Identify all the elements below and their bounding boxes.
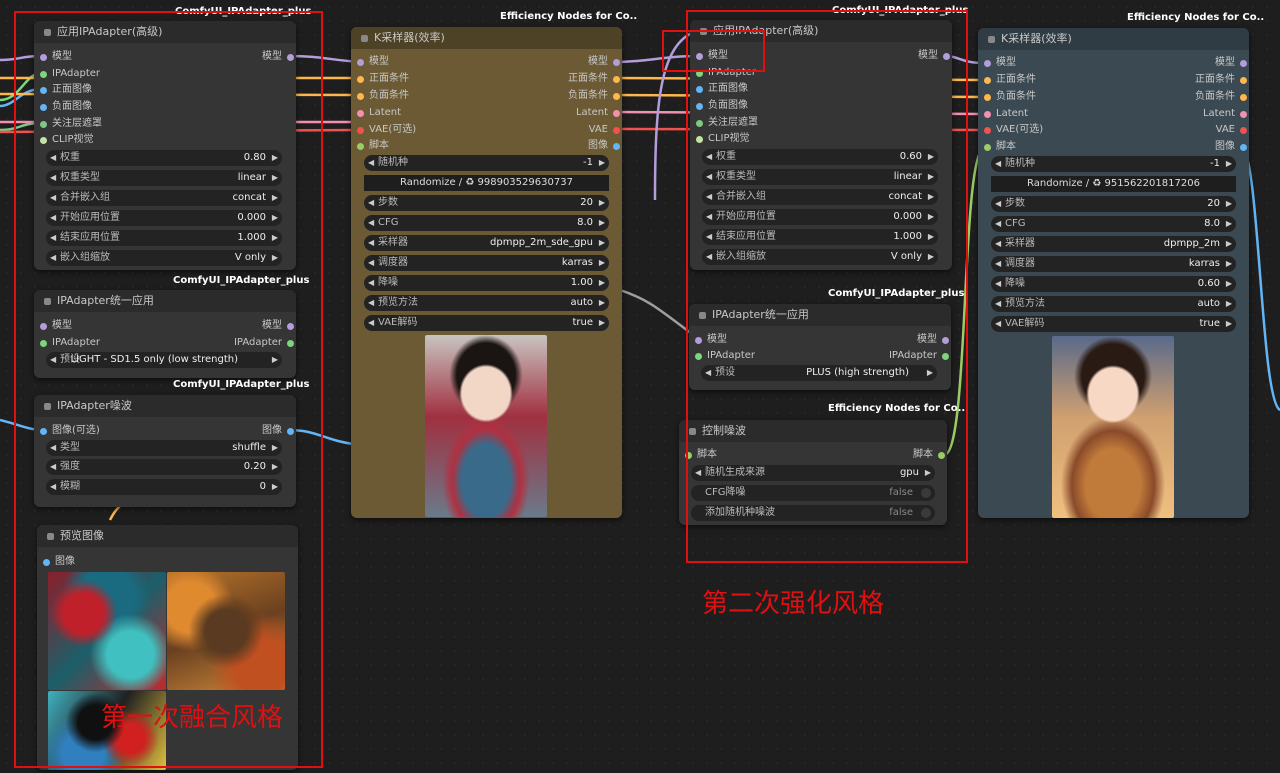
- input-positive[interactable]: 正面条件: [982, 72, 1036, 88]
- scheduler-widget[interactable]: ◀ 调度器 karras ▶: [364, 255, 609, 271]
- cfg-widget[interactable]: ◀ CFG 8.0 ▶: [991, 216, 1236, 232]
- vae-decode-widget[interactable]: ◀ VAE解码 true ▶: [364, 315, 609, 331]
- output-model[interactable]: 模型: [1215, 55, 1249, 71]
- annotation-box-first: [14, 11, 323, 768]
- randomize-button[interactable]: Randomize / ♻ 998903529630737: [364, 175, 609, 191]
- sampler-widget[interactable]: ◀ 采样器 dpmpp_2m_sde_gpu ▶: [364, 235, 609, 251]
- input-latent[interactable]: Latent: [355, 105, 401, 121]
- vae-decode-widget[interactable]: ◀ VAE解码 true ▶: [991, 316, 1236, 332]
- sampler-widget[interactable]: ◀ 采样器 dpmpp_2m ▶: [991, 236, 1236, 252]
- output-image[interactable]: 图像: [1215, 139, 1249, 155]
- output-latent[interactable]: Latent: [1203, 106, 1249, 122]
- input-vae[interactable]: VAE(可选): [982, 122, 1043, 138]
- input-vae[interactable]: VAE(可选): [355, 122, 416, 138]
- input-positive[interactable]: 正面条件: [355, 71, 409, 87]
- seed-widget[interactable]: ◀ 随机种 -1 ▶: [364, 155, 609, 171]
- ksampler-efficient-node-2[interactable]: K采样器(效率) 模型 模型 正面条件 正面条件 负面条件 负面条件 Laten…: [978, 28, 1249, 518]
- output-vae[interactable]: VAE: [1216, 122, 1249, 138]
- output-negative[interactable]: 负面条件: [568, 88, 622, 104]
- randomize-button[interactable]: Randomize / ♻ 951562201817206: [991, 176, 1236, 192]
- annotation-box-second: [686, 10, 968, 563]
- cfg-widget[interactable]: ◀ CFG 8.0 ▶: [364, 215, 609, 231]
- output-positive[interactable]: 正面条件: [1195, 72, 1249, 88]
- input-script[interactable]: 脚本: [982, 139, 1016, 155]
- ksampler-efficient-node[interactable]: K采样器(效率) 模型 模型 正面条件 正面条件 负面条件 负面条件 Laten…: [351, 27, 622, 518]
- output-positive[interactable]: 正面条件: [568, 71, 622, 87]
- denoise-widget[interactable]: ◀ 降噪 1.00 ▶: [364, 275, 609, 291]
- annotation-first-text: 第一次融合风格: [101, 703, 284, 733]
- output-model[interactable]: 模型: [588, 54, 622, 70]
- collapse-icon[interactable]: [361, 34, 368, 42]
- steps-widget[interactable]: ◀ 步数 20 ▶: [991, 196, 1236, 212]
- input-script[interactable]: 脚本: [355, 138, 389, 154]
- annotation-second-text: 第二次强化风格: [702, 589, 885, 619]
- preview-method-widget[interactable]: ◀ 预览方法 auto ▶: [991, 296, 1236, 312]
- input-negative[interactable]: 负面条件: [355, 88, 409, 104]
- generated-image-portrait: [1052, 336, 1174, 518]
- scheduler-widget[interactable]: ◀ 调度器 karras ▶: [991, 256, 1236, 272]
- input-model[interactable]: 模型: [982, 55, 1016, 71]
- steps-widget[interactable]: ◀ 步数 20 ▶: [364, 195, 609, 211]
- generated-image-portrait: [425, 335, 547, 517]
- preview-method-widget[interactable]: ◀ 预览方法 auto ▶: [364, 295, 609, 311]
- output-vae[interactable]: VAE: [589, 122, 622, 138]
- output-image[interactable]: 图像: [588, 138, 622, 154]
- output-latent[interactable]: Latent: [576, 105, 622, 121]
- denoise-widget[interactable]: ◀ 降噪 0.60 ▶: [991, 276, 1236, 292]
- input-negative[interactable]: 负面条件: [982, 89, 1036, 105]
- node-badge: Efficiency Nodes for Co..: [500, 11, 638, 22]
- input-model[interactable]: 模型: [355, 54, 389, 70]
- collapse-icon[interactable]: [988, 35, 995, 43]
- node-header[interactable]: K采样器(效率): [978, 28, 1249, 50]
- input-latent[interactable]: Latent: [982, 106, 1028, 122]
- node-header[interactable]: K采样器(效率): [351, 27, 622, 49]
- seed-widget[interactable]: ◀ 随机种 -1 ▶: [991, 156, 1236, 172]
- node-badge: Efficiency Nodes for Co..: [1127, 12, 1265, 23]
- output-negative[interactable]: 负面条件: [1195, 89, 1249, 105]
- annotation-box-model-input: [662, 30, 765, 72]
